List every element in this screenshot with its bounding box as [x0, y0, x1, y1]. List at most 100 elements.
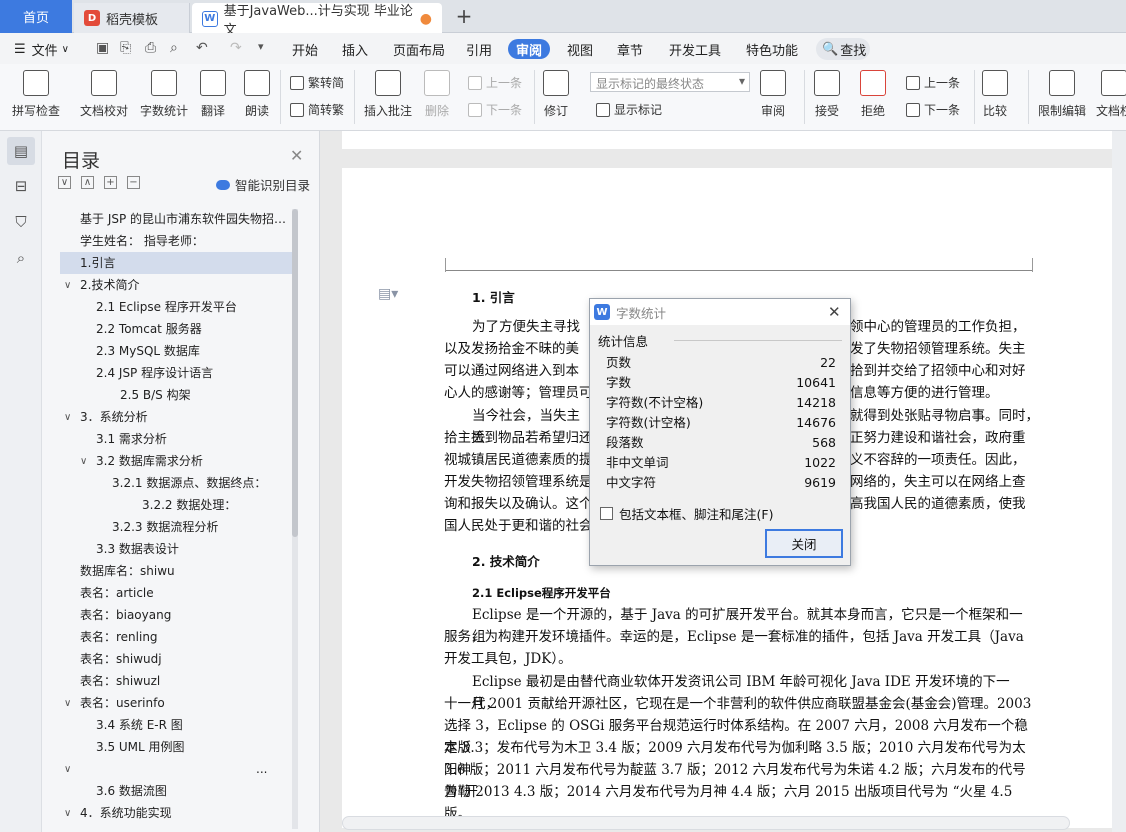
- close-icon[interactable]: ✕: [290, 146, 303, 165]
- tab-document[interactable]: W 基于JavaWeb...计与实现 毕业论文 ●: [192, 3, 442, 38]
- document-icon[interactable]: ▤▾: [378, 286, 398, 302]
- toc-item[interactable]: 3．系统分析: [60, 406, 292, 428]
- bookmark-icon[interactable]: ⛉: [7, 208, 35, 236]
- toc-item[interactable]: 表名：shiwudj: [60, 648, 292, 670]
- toc-item[interactable]: 学生姓名： 指导老师：: [60, 230, 292, 252]
- toc-item[interactable]: 3.5 UML 用例图: [60, 736, 292, 758]
- spell-check-button[interactable]: 拼写检查: [12, 70, 60, 119]
- chevron-down-icon[interactable]: ∨: [64, 808, 71, 819]
- menu-reference[interactable]: 引用: [466, 39, 492, 59]
- remove-level-icon[interactable]: −: [127, 176, 140, 189]
- review-pane-button[interactable]: 审阅: [760, 70, 786, 119]
- collapse-all-icon[interactable]: ∧: [81, 176, 94, 189]
- translate-button[interactable]: 翻译: [200, 70, 226, 119]
- print-preview-icon[interactable]: ⌕: [170, 40, 178, 56]
- quick-access-more-icon[interactable]: ▾: [258, 40, 264, 53]
- word-count-button[interactable]: 字数统计: [140, 70, 188, 119]
- close-icon[interactable]: ✕: [828, 303, 841, 321]
- chevron-down-icon[interactable]: ∨: [64, 698, 71, 709]
- prev-comment-button[interactable]: 上一条: [468, 74, 522, 91]
- menu-view[interactable]: 视图: [567, 39, 593, 59]
- menu-features[interactable]: 特色功能: [746, 39, 798, 59]
- menu-insert[interactable]: 插入: [342, 39, 368, 59]
- toc-item[interactable]: 2.2 Tomcat 服务器: [60, 318, 292, 340]
- tab-template[interactable]: D 稻壳模板: [74, 3, 190, 33]
- toc-item[interactable]: 3.2.1 数据源点、数据终点：: [60, 472, 292, 494]
- toc-item[interactable]: 4．系统功能实现: [60, 802, 292, 824]
- add-level-icon[interactable]: +: [104, 176, 117, 189]
- redo-icon[interactable]: ↷: [230, 40, 242, 56]
- toc-item[interactable]: 2.1 Eclipse 程序开发平台: [60, 296, 292, 318]
- close-dialog-button[interactable]: 关闭: [765, 529, 843, 558]
- markup-state-select[interactable]: 显示标记的最终状态: [590, 72, 750, 92]
- header-rule: [445, 270, 1033, 271]
- toc-item[interactable]: 表名：article: [60, 582, 292, 604]
- toc-item[interactable]: 3.2.3 数据流程分析: [60, 516, 292, 538]
- insert-comment-button[interactable]: 插入批注: [364, 70, 412, 119]
- prev-change-button[interactable]: 上一条: [906, 74, 960, 91]
- dialog-titlebar[interactable]: W 字数统计: [590, 299, 850, 325]
- checkbox-box[interactable]: [600, 507, 613, 520]
- read-aloud-button[interactable]: 朗读: [244, 70, 270, 119]
- toc-item[interactable]: 表名：userinfo: [60, 692, 292, 714]
- export-icon[interactable]: ⎘: [120, 40, 131, 56]
- toc-item[interactable]: 2.5 B/S 构架: [60, 384, 292, 406]
- toc-item[interactable]: 3.6 数据流图: [60, 780, 292, 802]
- reject-button[interactable]: 拒绝: [860, 70, 886, 119]
- toc-item[interactable]: 2.4 JSP 程序设计语言: [60, 362, 292, 384]
- expand-all-icon[interactable]: ∨: [58, 176, 71, 189]
- search-label: 查找: [840, 43, 867, 59]
- toc-item[interactable]: ...: [60, 758, 292, 780]
- compare-button[interactable]: 比较: [982, 70, 1008, 119]
- unsaved-dot-icon[interactable]: ●: [420, 11, 432, 27]
- menu-start[interactable]: 开始: [292, 39, 318, 59]
- toc-item[interactable]: 3.4 系统 E-R 图: [60, 714, 292, 736]
- toc-item[interactable]: 3.2 数据库需求分析: [60, 450, 292, 472]
- toc-item[interactable]: 表名：biaoyang: [60, 604, 292, 626]
- menu-review[interactable]: 审阅: [508, 39, 551, 59]
- toc-item[interactable]: 表名：shiwuzl: [60, 670, 292, 692]
- toc-item[interactable]: 2.3 MySQL 数据库: [60, 340, 292, 362]
- vertical-scrollbar[interactable]: [1112, 131, 1126, 832]
- toc-panel-icon[interactable]: ▤: [7, 137, 35, 165]
- tab-home[interactable]: 首页: [0, 0, 72, 33]
- save-icon[interactable]: ▣: [96, 40, 109, 56]
- doc-proof-button[interactable]: 文档校对: [80, 70, 128, 119]
- print-icon[interactable]: ⎙: [145, 40, 156, 56]
- toc-item[interactable]: 2.技术简介: [60, 274, 292, 296]
- menu-page-layout[interactable]: 页面布局: [393, 39, 445, 59]
- to-simplified-button[interactable]: 简转繁: [290, 101, 344, 118]
- toc-item[interactable]: 3.2.2 数据处理：: [60, 494, 292, 516]
- show-markup-button[interactable]: 显示标记: [596, 101, 662, 118]
- chevron-down-icon[interactable]: ∨: [80, 456, 87, 467]
- toc-item[interactable]: 基于 JSP 的昆山市浦东软件园失物招领管理系统: [60, 208, 292, 230]
- horizontal-scrollbar[interactable]: [342, 816, 1070, 830]
- chevron-down-icon[interactable]: ∨: [64, 764, 71, 775]
- file-menu[interactable]: ☰ 文件 ∨: [14, 39, 69, 59]
- smart-toc-button[interactable]: 智能识别目录: [216, 175, 310, 194]
- undo-icon[interactable]: ↶: [196, 40, 208, 56]
- doc-permission-button[interactable]: 文档权: [1096, 70, 1126, 119]
- toc-scrollbar-thumb[interactable]: [292, 209, 298, 537]
- menu-developer[interactable]: 开发工具: [669, 39, 721, 59]
- navigation-panel-icon[interactable]: ⊟: [7, 172, 35, 200]
- search-panel-icon[interactable]: ⌕: [7, 244, 35, 272]
- chevron-down-icon[interactable]: ∨: [64, 412, 71, 423]
- menu-chapter[interactable]: 章节: [617, 39, 643, 59]
- next-change-button[interactable]: 下一条: [906, 101, 960, 118]
- toc-item[interactable]: 3.1 需求分析: [60, 428, 292, 450]
- toc-item[interactable]: 数据库名：shiwu: [60, 560, 292, 582]
- toc-item[interactable]: 3.3 数据表设计: [60, 538, 292, 560]
- toc-item[interactable]: 表名：renling: [60, 626, 292, 648]
- new-tab-button[interactable]: +: [452, 4, 476, 28]
- search-command[interactable]: 🔍 查找: [816, 38, 870, 60]
- delete-comment-button[interactable]: 删除: [424, 70, 450, 119]
- next-comment-button[interactable]: 下一条: [468, 101, 522, 118]
- toc-item-selected[interactable]: 1.引言: [60, 252, 292, 274]
- accept-button[interactable]: 接受: [814, 70, 840, 119]
- to-traditional-button[interactable]: 繁转简: [290, 74, 344, 91]
- track-changes-button[interactable]: 修订: [543, 70, 569, 119]
- chevron-down-icon[interactable]: ∨: [64, 280, 71, 291]
- restrict-edit-button[interactable]: 限制编辑: [1038, 70, 1086, 119]
- include-footnotes-checkbox[interactable]: 包括文本框、脚注和尾注(F): [600, 504, 773, 523]
